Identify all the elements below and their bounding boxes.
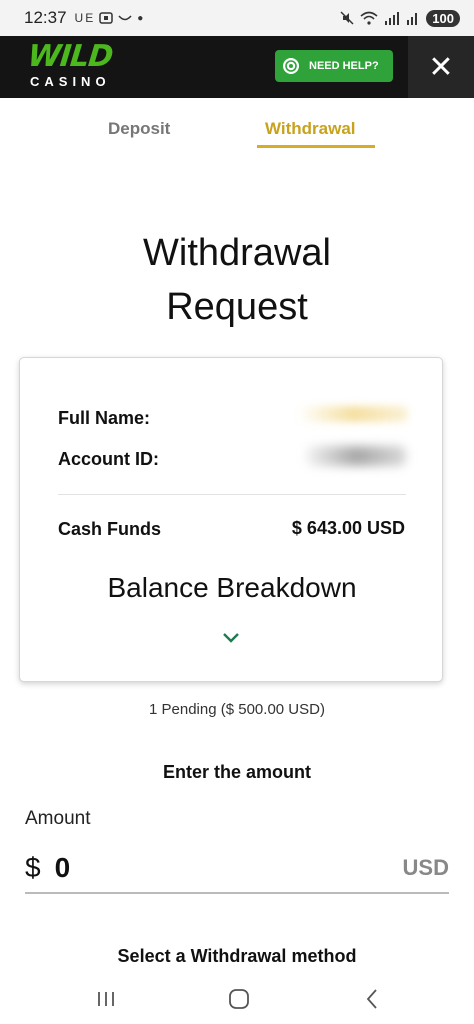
card-divider bbox=[58, 494, 406, 495]
recents-icon bbox=[98, 992, 114, 1006]
battery-icon: 100 bbox=[426, 9, 460, 27]
account-summary-card: Full Name: Account ID: Cash Funds $ 643.… bbox=[19, 357, 443, 682]
dot-icon: ● bbox=[137, 12, 146, 24]
screenshot-icon bbox=[99, 12, 113, 24]
back-icon bbox=[366, 989, 377, 1009]
full-name-value-redacted bbox=[298, 406, 408, 422]
signal-icon bbox=[385, 12, 400, 25]
status-right-icons: 100 bbox=[340, 9, 460, 27]
select-withdrawal-method-heading: Select a Withdrawal method bbox=[117, 946, 357, 966]
tab-deposit[interactable]: Deposit bbox=[108, 98, 170, 160]
tab-withdrawal[interactable]: Withdrawal bbox=[265, 98, 356, 160]
amount-input[interactable] bbox=[54, 852, 355, 884]
back-button[interactable] bbox=[357, 986, 387, 1012]
android-navigation-bar bbox=[0, 976, 474, 1024]
status-time: 12:37 bbox=[24, 8, 67, 27]
status-notification-icons: UE ● bbox=[75, 11, 146, 25]
account-id-label: Account ID: bbox=[58, 449, 159, 469]
page-title-line-2: Request bbox=[166, 286, 308, 328]
status-bar: 12:37 UE ● 100 bbox=[0, 0, 474, 36]
home-button[interactable] bbox=[224, 986, 254, 1012]
page-title-line-1: Withdrawal bbox=[143, 232, 331, 274]
wifi-icon bbox=[360, 11, 378, 25]
close-icon: ✕ bbox=[428, 50, 454, 84]
cash-funds-value: $ 643.00 USD bbox=[291, 518, 405, 538]
amount-field: $ USD bbox=[25, 844, 449, 894]
logo-wild-text: WILD bbox=[26, 39, 115, 74]
amount-label: Amount bbox=[25, 808, 91, 829]
ue-icon: UE bbox=[74, 11, 96, 25]
lifebuoy-icon bbox=[283, 58, 299, 74]
currency-code: USD bbox=[402, 855, 449, 880]
need-help-label: NEED HELP? bbox=[309, 60, 379, 72]
balance-breakdown-toggle[interactable]: Balance Breakdown bbox=[20, 572, 444, 604]
recents-button[interactable] bbox=[91, 986, 121, 1012]
mute-icon bbox=[340, 11, 354, 25]
page-title: Withdrawal Request bbox=[0, 226, 474, 334]
home-icon bbox=[229, 989, 249, 1009]
withdrawal-content: Withdrawal Request Full Name: Account ID… bbox=[0, 160, 474, 1024]
cash-funds-label: Cash Funds bbox=[58, 519, 162, 539]
smile-icon bbox=[118, 15, 132, 21]
payment-tabs: Deposit Withdrawal bbox=[0, 98, 474, 160]
need-help-button[interactable]: NEED HELP? bbox=[275, 50, 393, 82]
enter-amount-heading: Enter the amount bbox=[162, 762, 311, 782]
wild-casino-logo[interactable]: WILD CASINO bbox=[26, 39, 138, 92]
chevron-down-icon[interactable] bbox=[222, 632, 240, 644]
close-button[interactable]: ✕ bbox=[408, 36, 474, 98]
dollar-sign: $ bbox=[25, 852, 41, 883]
top-navigation-bar: WILD CASINO NEED HELP? ✕ bbox=[0, 36, 474, 98]
signal-2-icon bbox=[407, 13, 418, 25]
logo-casino-text: CASINO bbox=[30, 74, 111, 89]
account-id-value-redacted bbox=[306, 446, 406, 466]
pending-withdrawals-text[interactable]: 1 Pending ($ 500.00 USD) bbox=[0, 701, 474, 718]
full-name-label: Full Name: bbox=[58, 408, 151, 428]
active-tab-indicator bbox=[257, 145, 375, 148]
